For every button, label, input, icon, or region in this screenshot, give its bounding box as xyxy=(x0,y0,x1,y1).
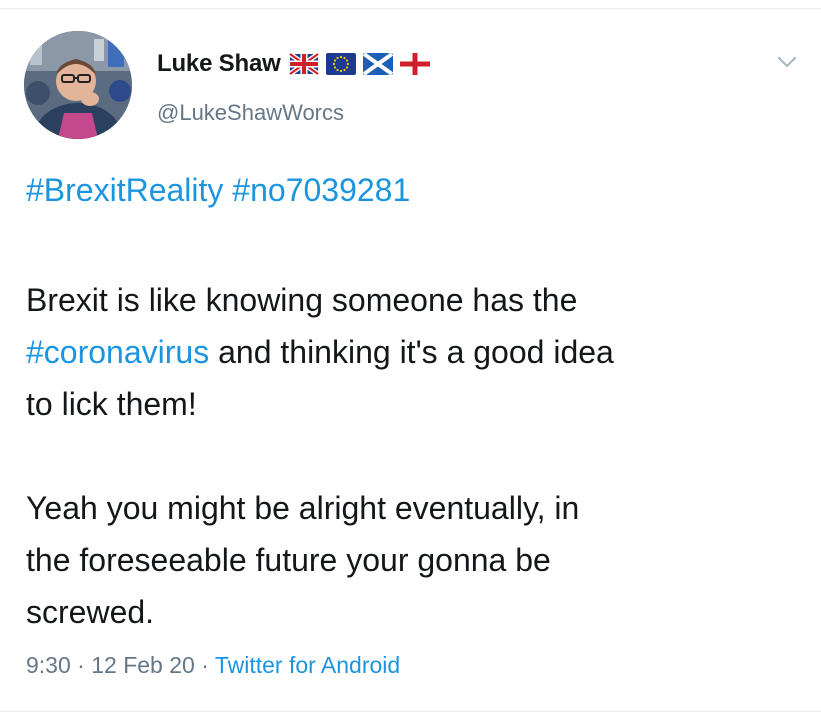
tweet-meta: 9:30 · 12 Feb 20 · Twitter for Android xyxy=(26,652,400,679)
uk-flag-icon xyxy=(288,53,319,75)
tweet-paragraph-2: Yeah you might be alright eventually, in… xyxy=(26,482,806,638)
hashtag-brexitreality[interactable]: #BrexitReality xyxy=(26,172,223,208)
display-name[interactable]: Luke Shaw xyxy=(157,50,281,78)
paragraph1-line3: to lick them! xyxy=(26,386,197,422)
tweet-source-link[interactable]: Twitter for Android xyxy=(215,652,400,678)
england-flag-icon xyxy=(399,53,430,75)
paragraph1-line2-text: and thinking it's a good idea xyxy=(209,334,614,370)
user-handle[interactable]: @LukeShawWorcs xyxy=(157,100,344,126)
bottom-divider xyxy=(0,711,821,712)
flag-emoji-group xyxy=(288,53,437,75)
paragraph2-line1: Yeah you might be alright eventually, in xyxy=(26,490,580,526)
eu-flag-icon xyxy=(325,53,356,75)
scotland-flag-icon xyxy=(362,53,393,75)
meta-separator: · xyxy=(194,652,215,678)
paragraph1-line2: #coronavirus and thinking it's a good id… xyxy=(26,326,806,378)
chevron-down-icon[interactable] xyxy=(775,52,799,72)
hashtag-no7039281[interactable]: #no7039281 xyxy=(232,172,410,208)
meta-separator: · xyxy=(70,652,92,678)
top-divider xyxy=(0,8,821,9)
tweet-time[interactable]: 9:30 xyxy=(26,652,71,678)
hashtags-line: #BrexitReality #no7039281 xyxy=(26,172,410,209)
paragraph2-line2: the foreseeable future your gonna be xyxy=(26,542,551,578)
paragraph1-line1: Brexit is like knowing someone has the xyxy=(26,282,578,318)
avatar[interactable] xyxy=(24,31,132,139)
hashtag-coronavirus[interactable]: #coronavirus xyxy=(26,334,209,370)
tweet-paragraph-1: Brexit is like knowing someone has the #… xyxy=(26,274,806,430)
tweet-date[interactable]: 12 Feb 20 xyxy=(91,652,195,678)
name-row: Luke Shaw xyxy=(157,48,437,80)
paragraph2-line3: screwed. xyxy=(26,594,155,630)
